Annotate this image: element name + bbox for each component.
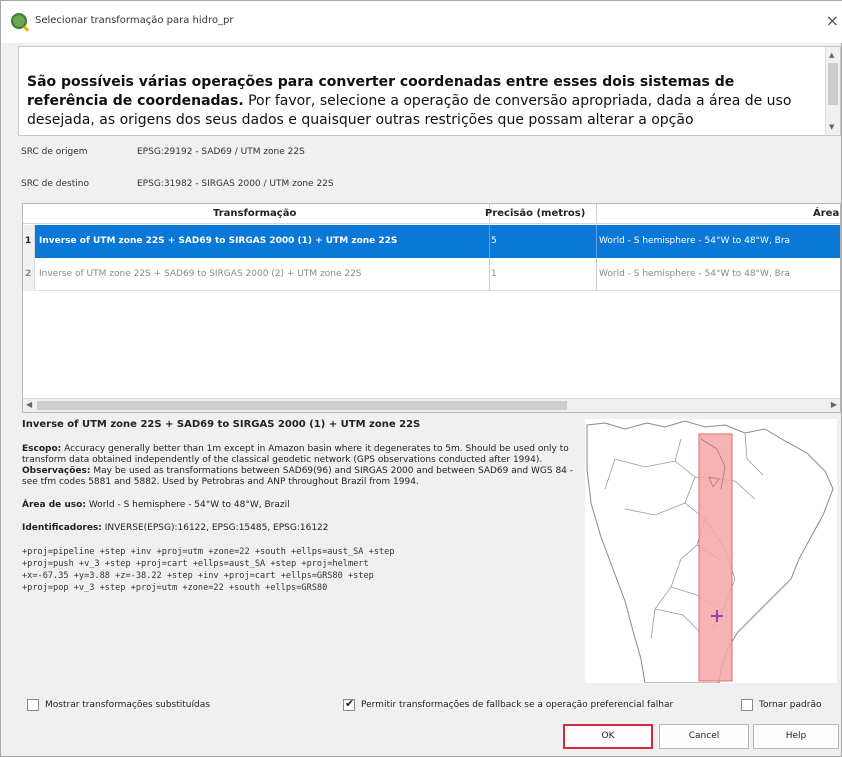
area-cell: World - S hemisphere - 54°W to 48°W, Bra [599,236,791,246]
area-cell: World - S hemisphere - 54°W to 48°W, Bra [599,269,791,279]
proj-line: +proj=pipeline +step +inv +proj=utm +zon… [22,547,395,557]
allow-fallback-checkbox[interactable]: ✔ [343,697,355,711]
show-superseded-checkbox[interactable] [27,699,39,711]
check-icon: ✔ [345,697,355,710]
table-row[interactable]: 2 Inverse of UTM zone 22S + SAD69 to SIR… [23,258,840,291]
proj-string: +proj=pipeline +step +inv +proj=utm +zon… [22,546,582,594]
details-area: Área de uso: World - S hemisphere - 54°W… [22,500,582,511]
identifiers-text: INVERSE(EPSG):16122, EPSG:15485, EPSG:16… [101,523,329,533]
scroll-right-icon[interactable]: ▶ [831,400,837,409]
column-divider [596,204,597,224]
info-message-box[interactable]: São possíveis várias operações para conv… [18,46,841,136]
scroll-up-icon[interactable]: ▲ [829,51,834,59]
cell-divider [596,225,597,258]
proj-line: +proj=push +v_3 +step +proj=cart +ellps=… [22,559,369,569]
area-text: World - S hemisphere - 54°W to 48°W, Bra… [85,500,290,510]
proj-line: +x=-67.35 +y=3.88 +z=-38.22 +step +inv +… [22,571,374,581]
column-header-area[interactable]: Área [813,208,839,219]
scroll-down-icon[interactable]: ▼ [829,123,834,131]
window-title: Selecionar transformação para hidro_pr [35,15,234,26]
remarks-text: May be used as transformations between S… [22,466,574,487]
make-default-checkbox[interactable] [741,699,753,711]
area-label: Área de uso: [22,500,86,510]
cell-divider [489,258,490,291]
table-horizontal-scrollbar[interactable]: ◀ ▶ [23,398,840,412]
table-header: Transformação Precisão (metros) Área [23,204,840,224]
message-scrollbar[interactable]: ▲ ▼ [825,47,840,135]
scope-label: Escopo: [22,444,62,454]
transformation-dialog: Selecionar transformação para hidro_pr ×… [0,0,842,757]
scroll-thumb[interactable] [37,401,567,410]
area-of-use-map [585,419,837,683]
info-message: São possíveis várias operações para conv… [27,73,817,130]
transformation-details: Inverse of UTM zone 22S + SAD69 to SIRGA… [22,419,582,594]
row-number: 2 [23,258,35,291]
close-icon[interactable]: × [826,11,839,30]
show-superseded-label: Mostrar transformações substituídas [45,700,210,710]
details-remarks: Observações: May be used as transformati… [22,466,582,488]
column-header-precision[interactable]: Precisão (metros) [485,208,585,219]
make-default-label: Tornar padrão [759,700,822,710]
source-crs-label: SRC de origem [21,147,88,157]
ok-button[interactable]: OK [563,724,653,749]
transformations-table: Transformação Precisão (metros) Área 1 I… [22,203,841,413]
details-identifiers: Identificadores: INVERSE(EPSG):16122, EP… [22,523,582,534]
source-crs-value: EPSG:29192 - SAD69 / UTM zone 22S [137,147,305,157]
help-button[interactable]: Help [753,724,839,749]
area-of-use-rect [698,433,733,682]
details-title: Inverse of UTM zone 22S + SAD69 to SIRGA… [22,419,421,430]
precision-cell: 5 [491,236,497,246]
destination-crs-label: SRC de destino [21,179,89,189]
table-row[interactable]: 1 Inverse of UTM zone 22S + SAD69 to SIR… [23,225,840,258]
row-number: 1 [23,225,35,258]
allow-fallback-label: Permitir transformações de fallback se a… [361,700,674,710]
precision-cell: 1 [491,269,497,279]
proj-line: +proj=pop +v_3 +step +proj=utm +zone=22 … [22,583,328,593]
cell-divider [489,225,490,258]
transformation-cell: Inverse of UTM zone 22S + SAD69 to SIRGA… [39,236,398,246]
title-bar: Selecionar transformação para hidro_pr × [1,1,842,43]
cancel-button[interactable]: Cancel [659,724,749,749]
transformation-cell: Inverse of UTM zone 22S + SAD69 to SIRGA… [39,269,362,279]
south-america-map [586,420,834,683]
destination-crs-value: EPSG:31982 - SIRGAS 2000 / UTM zone 22S [137,179,334,189]
cell-divider [596,258,597,291]
scroll-thumb[interactable] [828,63,838,105]
scope-text: Accuracy generally better than 1m except… [22,444,569,465]
details-scope: Escopo: Accuracy generally better than 1… [22,444,582,466]
identifiers-label: Identificadores: [22,523,102,533]
qgis-logo-icon [11,13,27,29]
scroll-left-icon[interactable]: ◀ [26,400,32,409]
remarks-label: Observações: [22,466,91,476]
column-header-transformation[interactable]: Transformação [213,208,296,219]
